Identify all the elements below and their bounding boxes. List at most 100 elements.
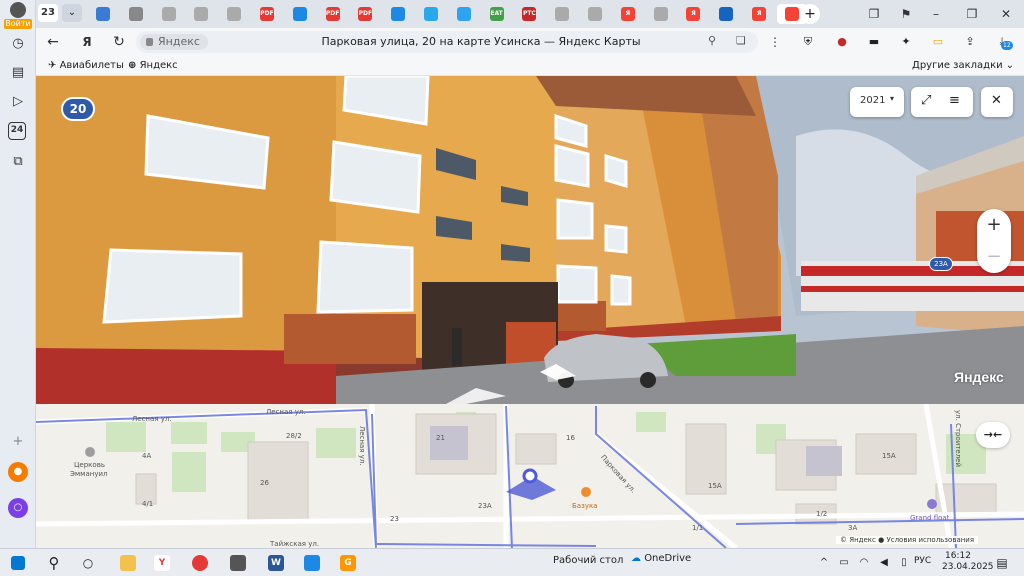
extensions-puzzle-icon[interactable]: ✦	[896, 32, 916, 52]
yandex-browser-icon[interactable]: Y	[150, 552, 174, 574]
notifications-icon[interactable]: ▤	[990, 552, 1014, 574]
cloud-icon: ☁	[631, 553, 641, 564]
street-label: Лесная ул.	[358, 426, 366, 466]
bookmark-yandex[interactable]: ⊕ Яндекс	[128, 58, 178, 74]
calculator-icon[interactable]	[226, 552, 250, 574]
close-window-icon[interactable]: ✕	[996, 4, 1016, 24]
app-g-icon[interactable]: G	[336, 552, 360, 574]
mail-icon	[391, 7, 406, 21]
mini-map[interactable]: Лесная ул. Лесная ул. Церковь Эммануил 2…	[36, 404, 1024, 548]
browser-tab[interactable]	[383, 4, 413, 24]
collections-icon[interactable]: ▤	[8, 63, 28, 83]
add-panel-icon[interactable]: +	[8, 432, 28, 452]
task-view-icon[interactable]: ○	[76, 552, 100, 574]
new-tab-button[interactable]: +	[800, 4, 820, 24]
browser-tab[interactable]	[711, 4, 741, 24]
open-external-icon[interactable]: ⤢	[921, 93, 931, 108]
restore-icon[interactable]: ❐	[962, 4, 982, 24]
browser-tab[interactable]: Я	[744, 4, 774, 24]
year-select[interactable]: 2021 ▾	[850, 87, 904, 117]
browser-tab[interactable]: EAT	[482, 4, 512, 24]
collections-panel-icon[interactable]: ❐	[864, 4, 884, 24]
app-icon	[456, 7, 471, 21]
screenshot-icon[interactable]: ⧉	[8, 152, 28, 172]
history-icon[interactable]: ◷	[8, 34, 28, 54]
location-pin-icon[interactable]: ⚲	[708, 34, 716, 47]
yandex-home-button[interactable]: Я	[76, 32, 98, 52]
onedrive-toolbar[interactable]: ☁ OneDrive	[631, 553, 691, 564]
browser-tab[interactable]: Я	[678, 4, 708, 24]
map-collapse-button[interactable]: →←	[976, 422, 1010, 448]
browser-tab[interactable]	[219, 4, 249, 24]
browser-tab[interactable]: PDF	[350, 4, 380, 24]
bookmark-aviabilety[interactable]: ✈ Авиабилеты	[48, 58, 124, 74]
document-icon	[588, 7, 602, 21]
close-panorama-button[interactable]: ✕	[981, 87, 1013, 117]
browser-tab[interactable]	[416, 4, 446, 24]
browser-tab[interactable]	[449, 4, 479, 24]
downloads-icon[interactable]: ⤓ 12	[992, 32, 1013, 52]
chrome-icon[interactable]	[188, 552, 212, 574]
video-icon[interactable]: ▷	[8, 92, 28, 112]
back-button[interactable]: ←	[42, 32, 64, 52]
panorama-actions: ⤢ ≡	[911, 87, 973, 117]
battery-icon[interactable]: ▯	[892, 552, 916, 574]
house-number-badge[interactable]: 20	[61, 97, 95, 121]
browser-tab[interactable]	[88, 4, 118, 24]
street-panorama[interactable]: 20 23A 2021 ▾ ⤢ ≡ ✕ + − Яндекс	[36, 76, 1024, 404]
extension-gray-icon[interactable]: ▬	[864, 32, 884, 52]
word-icon[interactable]: W	[264, 552, 288, 574]
browser-tab[interactable]: PDF	[318, 4, 348, 24]
news-badge: 24	[10, 125, 24, 135]
house-label: 23	[390, 515, 399, 523]
search-icon[interactable]: ⚲	[42, 552, 66, 574]
browser-tab[interactable]: РТС	[514, 4, 544, 24]
terms-link[interactable]: Условия использования	[886, 536, 974, 544]
file-explorer-icon[interactable]	[116, 552, 140, 574]
zoom-in-button[interactable]: +	[977, 209, 1011, 241]
yandex-games-icon[interactable]: ●	[8, 462, 28, 482]
downloads-count: 12	[1001, 41, 1013, 50]
site-label[interactable]: Яндекс	[140, 34, 208, 50]
other-bookmarks[interactable]: Другие закладки ⌄	[912, 58, 1014, 74]
neighbor-house-badge[interactable]: 23A	[929, 257, 953, 271]
alice-icon[interactable]: ○	[8, 498, 28, 518]
browser-tab[interactable]: PDF	[252, 4, 282, 24]
menu-icon[interactable]: ≡	[949, 93, 960, 108]
document-icon	[128, 7, 143, 21]
document-icon	[555, 7, 570, 21]
browser-tab[interactable]	[121, 4, 151, 24]
downloads-flag-icon[interactable]: ⚑	[896, 4, 916, 24]
browser-tab[interactable]	[186, 4, 216, 24]
tab-list-dropdown[interactable]: ⌄	[62, 4, 82, 22]
browser-tab[interactable]	[547, 4, 577, 24]
language-indicator[interactable]: РУС	[914, 556, 931, 566]
start-button[interactable]	[6, 552, 30, 574]
house-label: 3А	[848, 524, 858, 532]
news-24-icon[interactable]: 24	[8, 122, 26, 140]
browser-tab[interactable]	[154, 4, 184, 24]
desktop-toolbar[interactable]: Рабочий стол	[553, 555, 623, 566]
system-clock[interactable]: 16:12 23.04.2025	[942, 551, 994, 573]
zoom-out-button[interactable]: −	[977, 241, 1011, 273]
tab-strip: 23 ⌄ PDF PDF PDF EAT РТС Я Я Я + ❐ ⚑ – ❐ ✕	[36, 0, 1024, 28]
yandex-watermark: Яндекс	[954, 369, 1004, 385]
address-bar[interactable]: Яндекс Парковая улица, 20 на карте Усинс…	[136, 31, 758, 53]
browser-tab[interactable]	[580, 4, 610, 24]
share-icon[interactable]: ⇪	[960, 32, 980, 52]
photos-icon[interactable]	[300, 552, 324, 574]
tab-count-badge[interactable]: 23	[38, 4, 58, 22]
adguard-shield-icon[interactable]: ⛨	[798, 32, 818, 52]
other-bookmarks-label: Другие закладки	[912, 60, 1003, 71]
login-button[interactable]: Войти	[4, 2, 32, 34]
browser-tab[interactable]	[646, 4, 676, 24]
more-menu-icon[interactable]: ⋮	[764, 32, 786, 52]
browser-tab[interactable]	[285, 4, 315, 24]
bookmark-icon[interactable]: ❏	[736, 34, 746, 47]
reload-button[interactable]: ↻	[108, 32, 130, 52]
minimize-icon[interactable]: –	[926, 4, 946, 24]
battery-saver-icon[interactable]: ▭	[928, 32, 948, 52]
extension-avatar-icon[interactable]: ●	[832, 32, 852, 52]
pdf-icon: PDF	[260, 7, 274, 21]
browser-tab[interactable]: Я	[613, 4, 643, 24]
